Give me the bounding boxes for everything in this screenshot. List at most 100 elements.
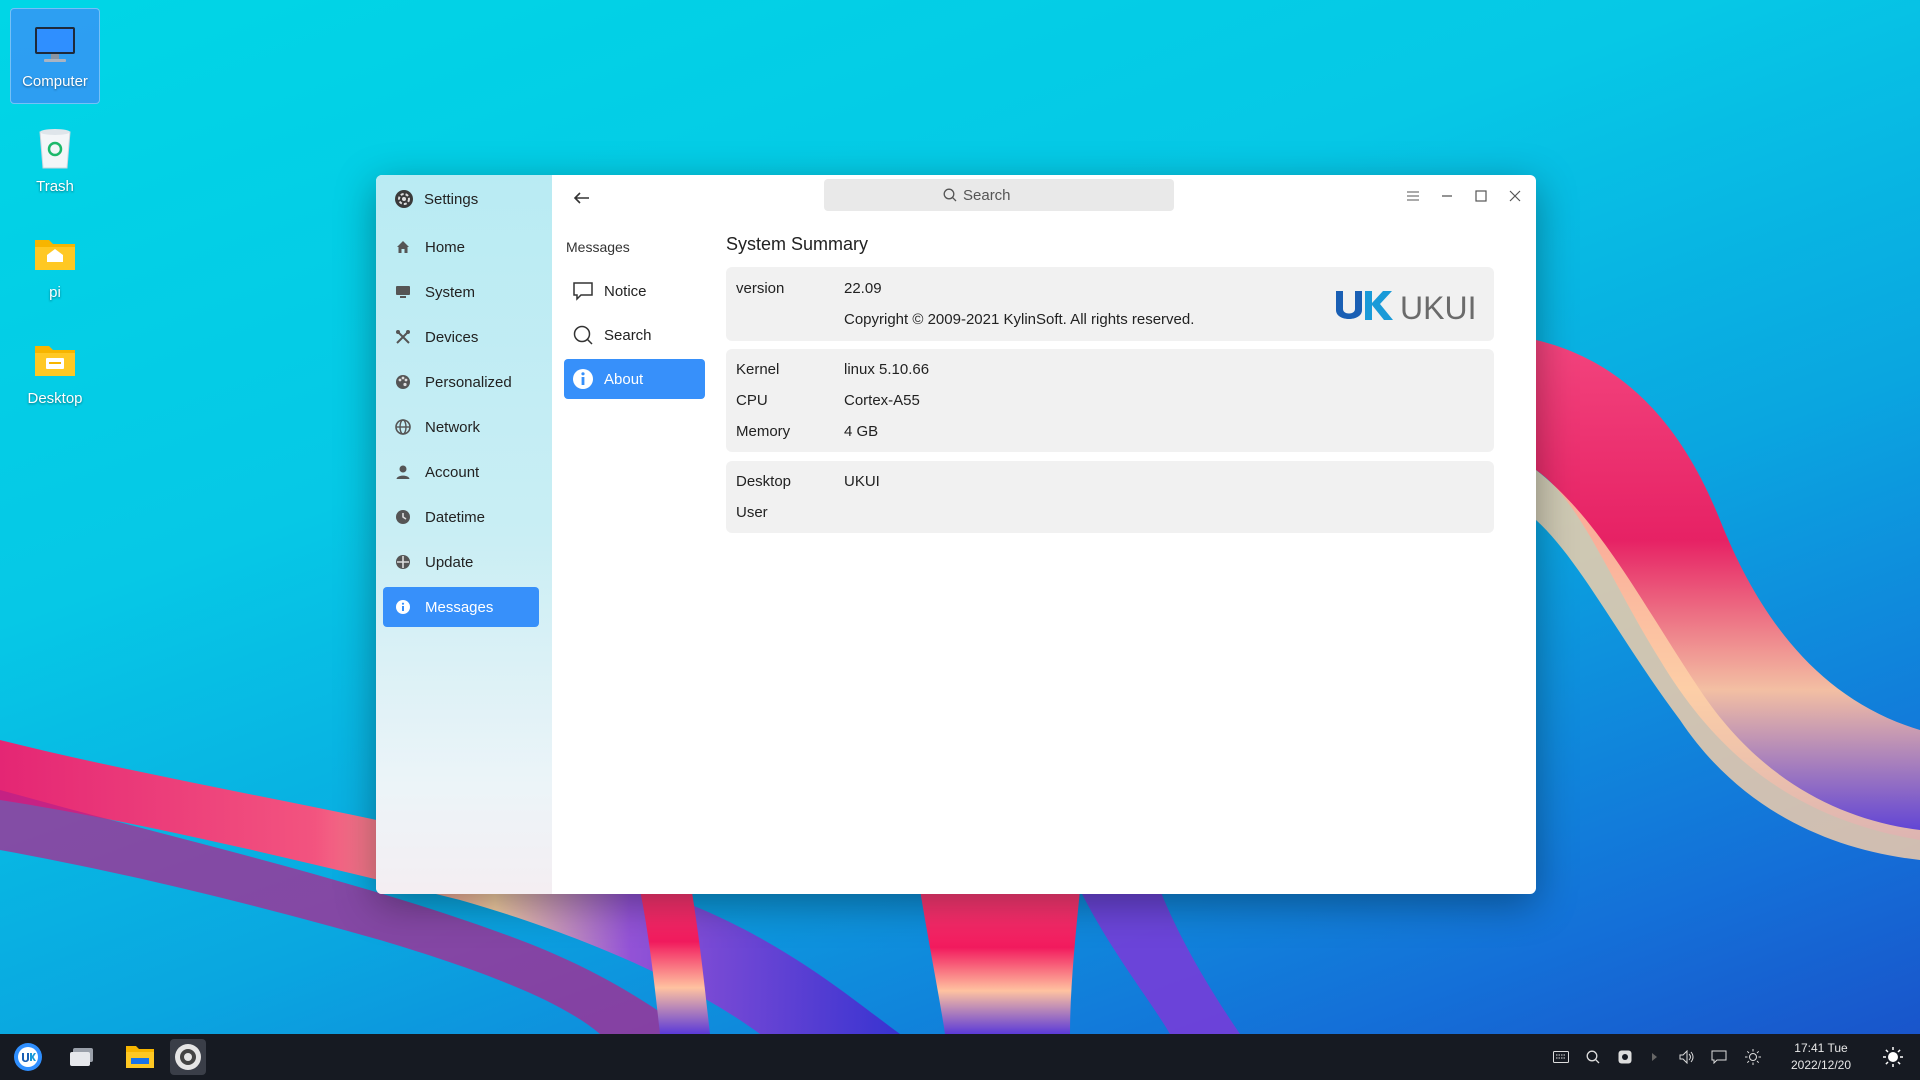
settings-taskbar-button[interactable]	[170, 1039, 206, 1075]
arrow-left-icon	[573, 192, 589, 204]
desktop-icon-label: Trash	[36, 178, 74, 195]
file-manager-button[interactable]	[122, 1039, 158, 1075]
notice-icon	[573, 282, 593, 301]
multitask-view-button[interactable]	[64, 1039, 100, 1075]
sidebar-item-label: Messages	[425, 598, 494, 616]
info-value: UKUI	[844, 473, 880, 490]
search-tray-button[interactable]	[1584, 1048, 1602, 1066]
start-menu-button[interactable]	[10, 1039, 46, 1075]
trash-icon	[39, 129, 71, 169]
settings-window: Settings Home System Devices Personalize…	[376, 175, 1536, 894]
clock-icon	[396, 510, 410, 524]
multitask-icon	[70, 1048, 93, 1066]
user-icon	[396, 465, 410, 479]
brightness-tray-button[interactable]	[1744, 1048, 1762, 1066]
subpanel-item-search[interactable]: Search	[564, 315, 705, 355]
chevron-right-icon	[1652, 1053, 1657, 1061]
monitor-icon	[396, 286, 410, 298]
computer-icon	[35, 27, 75, 62]
search-input[interactable]	[961, 185, 1055, 205]
desktop-card: Desktop UKUI User	[726, 461, 1494, 533]
info-value: 4 GB	[844, 423, 879, 440]
info-value: Cortex-A55	[844, 392, 920, 409]
clock-time: 17:41 Tue	[1794, 1041, 1848, 1055]
sidebar-item-home[interactable]: Home	[383, 227, 539, 267]
sidebar-item-system[interactable]: System	[383, 272, 539, 312]
app-title-label: Settings	[424, 190, 479, 208]
page-title: System Summary	[726, 234, 869, 254]
subpanel-item-notice[interactable]: Notice	[564, 271, 705, 311]
info-key: Kernel	[736, 361, 780, 378]
info-icon	[573, 369, 593, 389]
sidebar-item-personalized[interactable]: Personalized	[383, 362, 539, 402]
devices-icon	[396, 330, 410, 344]
volume-tray-button[interactable]	[1678, 1048, 1696, 1066]
back-button[interactable]	[568, 185, 596, 211]
info-key: Memory	[736, 423, 791, 440]
desktop-icon-trash[interactable]: Trash	[10, 114, 100, 210]
hamburger-icon	[1407, 191, 1419, 201]
settings-gear-icon	[395, 190, 413, 208]
notification-tray-button[interactable]	[1710, 1048, 1728, 1066]
info-icon	[396, 600, 410, 614]
subpanel-item-about[interactable]: About	[564, 359, 705, 399]
desktop-icon-computer[interactable]: Computer	[10, 8, 100, 104]
minimize-button[interactable]	[1436, 185, 1458, 207]
close-icon	[1509, 190, 1521, 202]
clock[interactable]: 17:41 Tue 2022/12/20	[1776, 1040, 1866, 1074]
keyboard-icon	[1553, 1051, 1569, 1063]
hardware-card: Kernel linux 5.10.66 CPU Cortex-A55 Memo…	[726, 349, 1494, 452]
search-icon	[573, 325, 593, 345]
sidebar-nav: Home System Devices Personalized Network…	[383, 227, 539, 632]
info-key: Desktop	[736, 473, 792, 490]
ukui-logo: UKUI	[1336, 290, 1476, 325]
sidebar-item-network[interactable]: Network	[383, 407, 539, 447]
night-mode-button[interactable]	[1882, 1046, 1904, 1068]
info-value: 22.09	[844, 280, 882, 297]
search-icon	[1586, 1050, 1600, 1064]
maximize-icon	[1475, 190, 1487, 202]
version-card: version 22.09 Copyright © 2009-2021 Kyli…	[726, 267, 1494, 341]
sidebar-item-messages[interactable]: Messages	[383, 587, 539, 627]
tray-expand-button[interactable]	[1646, 1048, 1664, 1066]
home-folder-icon	[35, 240, 75, 270]
sidebar-item-label: Personalized	[425, 373, 512, 391]
subpanel-list: Notice Search About	[564, 271, 705, 403]
logo-text: UKUI	[1400, 290, 1476, 325]
volume-icon	[1679, 1050, 1694, 1064]
sidebar-item-label: Home	[425, 238, 466, 256]
sidebar-item-devices[interactable]: Devices	[383, 317, 539, 357]
desktop-icon-desktop-folder[interactable]: Desktop	[10, 326, 100, 422]
sidebar-item-datetime[interactable]: Datetime	[383, 497, 539, 537]
info-key: CPU	[736, 392, 768, 409]
app-tray-button[interactable]	[1616, 1048, 1634, 1066]
copyright-text: Copyright © 2009-2021 KylinSoft. All rig…	[844, 311, 1195, 328]
subpanel-item-label: About	[604, 370, 644, 388]
search-box[interactable]	[824, 179, 1174, 211]
app-indicator-icon	[1618, 1050, 1632, 1064]
sidebar-item-label: Devices	[425, 328, 479, 346]
info-value: linux 5.10.66	[844, 361, 930, 378]
close-button[interactable]	[1504, 185, 1526, 207]
keyboard-tray-button[interactable]	[1552, 1048, 1570, 1066]
info-key: version	[736, 280, 785, 297]
desktop-folder-icon	[35, 346, 75, 376]
network-icon	[395, 419, 411, 435]
app-title: Settings	[394, 185, 478, 213]
desktop-icon-home-folder[interactable]: pi	[10, 220, 100, 316]
sidebar: Settings Home System Devices Personalize…	[376, 175, 552, 894]
sidebar-item-label: Update	[425, 553, 474, 571]
menu-button[interactable]	[1402, 185, 1424, 207]
subpanel-item-label: Search	[604, 326, 652, 344]
sidebar-item-account[interactable]: Account	[383, 452, 539, 492]
minimize-icon	[1442, 195, 1452, 197]
subpanel-item-label: Notice	[604, 282, 647, 300]
sidebar-item-update[interactable]: Update	[383, 542, 539, 582]
home-icon	[397, 241, 409, 253]
info-key: User	[736, 504, 768, 521]
desktop-icon-label: Computer	[22, 73, 88, 90]
desktop-icon-label: pi	[49, 284, 61, 301]
maximize-button[interactable]	[1470, 185, 1492, 207]
folder-icon	[126, 1046, 154, 1068]
taskbar: 17:41 Tue 2022/12/20	[0, 1034, 1920, 1080]
